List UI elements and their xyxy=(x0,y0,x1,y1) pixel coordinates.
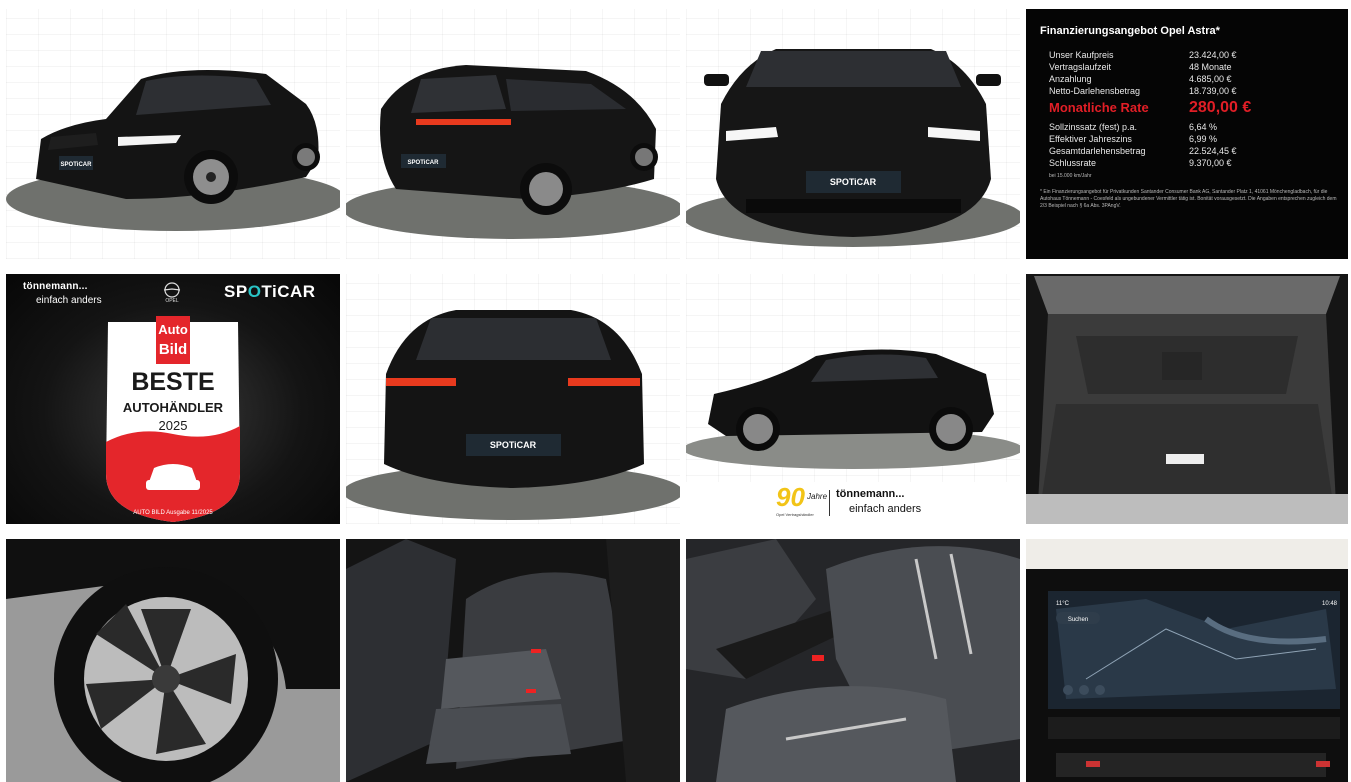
finance-row-deposit: Anzahlung 4.685,00 € xyxy=(1049,73,1339,85)
car-rear-right-photo[interactable]: SPOTiCAR xyxy=(346,9,680,259)
license-plate-text: SPOTiCAR xyxy=(490,440,537,450)
finance-label: Unser Kaufpreis xyxy=(1049,50,1114,60)
monthly-rate-label: Monatliche Rate xyxy=(1049,100,1149,115)
finance-footnote: * Ein Finanzierungsangebot für Privatkun… xyxy=(1040,189,1337,209)
finance-label: Effektiver Jahreszins xyxy=(1049,134,1132,144)
finance-row-loan: Netto-Darlehensbetrag 18.739,00 € xyxy=(1049,85,1339,97)
finance-km-note: bei 15.000 km/Jahr xyxy=(1049,173,1092,179)
finance-row-price: Unser Kaufpreis 23.424,00 € xyxy=(1049,49,1339,61)
anniversary-word: Jahre xyxy=(807,492,828,501)
anniversary-number: 90 xyxy=(776,482,805,512)
finance-label: Anzahlung xyxy=(1049,74,1092,84)
finance-row-total: Gesamtdarlehensbetrag 22.524,45 € xyxy=(1049,145,1339,157)
car-front-image: SPOTiCAR xyxy=(686,49,1020,247)
finance-value: 6,64 % xyxy=(1189,122,1218,132)
car-rear-photo[interactable]: SPOTiCAR xyxy=(346,274,680,524)
finance-label: Gesamtdarlehensbetrag xyxy=(1049,146,1146,156)
anniversary-sub: Opel Vertragshändler xyxy=(776,512,814,517)
award-badge: Auto Bild BESTE AUTOHÄNDLER 2025 AUTO BI… xyxy=(106,316,240,522)
finance-label: Schlussrate xyxy=(1049,158,1097,168)
license-plate-text: SPOTiCAR xyxy=(61,162,93,168)
car-front-photo[interactable]: SPOTiCAR xyxy=(686,9,1020,259)
finance-label: Sollzinssatz (fest) p.a. xyxy=(1049,122,1138,132)
car-side-photo[interactable]: 90 Jahre Opel Vertragshändler tönnemann.… xyxy=(686,274,1020,524)
infotainment-image: Suchen 11°C 10:48 xyxy=(1026,539,1348,782)
finance-table: Unser Kaufpreis 23.424,00 € Vertragslaufz… xyxy=(1049,49,1339,182)
wheel-photo[interactable] xyxy=(6,539,340,782)
finance-row-term: Vertragslaufzeit 48 Monate xyxy=(1049,61,1339,73)
dealer-name: tönnemann... xyxy=(836,488,905,500)
finance-value: 18.739,00 € xyxy=(1189,86,1237,96)
trunk-image xyxy=(1026,274,1348,524)
license-plate-text: SPOTiCAR xyxy=(830,177,877,187)
anniversary-caption: 90 Jahre Opel Vertragshändler tönnemann.… xyxy=(686,482,1020,524)
rear-seats-photo[interactable] xyxy=(346,539,680,782)
badge-year: 2025 xyxy=(159,418,188,433)
badge-source: AUTO BILD Ausgabe 11/2025 xyxy=(133,510,213,516)
monthly-rate-value: 280,00 € xyxy=(1189,99,1252,116)
infotainment-photo[interactable]: Suchen 11°C 10:48 xyxy=(1026,539,1348,782)
caption-divider xyxy=(829,490,830,516)
finance-value: 23.424,00 € xyxy=(1189,50,1237,60)
car-rear-right-image: SPOTiCAR xyxy=(346,65,680,239)
license-plate-text: SPOTiCAR xyxy=(408,160,440,166)
finance-title: Finanzierungsangebot Opel Astra* xyxy=(1040,25,1220,37)
monthly-rate-row: Monatliche Rate 280,00 € xyxy=(1049,99,1339,117)
badge-brand-line1: Auto xyxy=(158,322,188,337)
search-label: Suchen xyxy=(1068,617,1088,623)
badge-subtitle: AUTOHÄNDLER xyxy=(123,400,224,415)
finance-value: 9.370,00 € xyxy=(1189,158,1232,168)
wheel-image xyxy=(6,539,340,782)
finance-offer-image[interactable]: Finanzierungsangebot Opel Astra* Unser K… xyxy=(1026,9,1348,259)
finance-row-final: Schlussrate 9.370,00 € xyxy=(1049,157,1339,169)
rear-seats-image xyxy=(346,539,680,782)
finance-label: Netto-Darlehensbetrag xyxy=(1049,86,1141,96)
finance-value: 48 Monate xyxy=(1189,62,1232,72)
badge-brand-line2: Bild xyxy=(159,341,187,358)
finance-value: 6,99 % xyxy=(1189,134,1218,144)
trunk-photo[interactable] xyxy=(1026,274,1348,524)
finance-value: 22.524,45 € xyxy=(1189,146,1237,156)
car-front-left-photo[interactable]: SPOTiCAR xyxy=(6,9,340,259)
front-seat-photo[interactable] xyxy=(686,539,1020,782)
car-rear-image: SPOTiCAR xyxy=(346,310,680,520)
clock-readout: 10:48 xyxy=(1322,601,1338,607)
award-image[interactable]: tönnemann... einfach anders OPEL SPOTiCA… xyxy=(6,274,340,524)
finance-label: Vertragslaufzeit xyxy=(1049,62,1112,72)
badge-title: BESTE xyxy=(131,368,214,396)
finance-row-apr: Effektiver Jahreszins 6,99 % xyxy=(1049,133,1339,145)
car-front-left-image: SPOTiCAR xyxy=(6,70,340,231)
temperature-readout: 11°C xyxy=(1056,601,1070,607)
front-seat-image xyxy=(686,539,1020,782)
finance-row-rate: Sollzinssatz (fest) p.a. 6,64 % xyxy=(1049,121,1339,133)
dealer-tagline: einfach anders xyxy=(849,503,922,515)
finance-value: 4.685,00 € xyxy=(1189,74,1232,84)
